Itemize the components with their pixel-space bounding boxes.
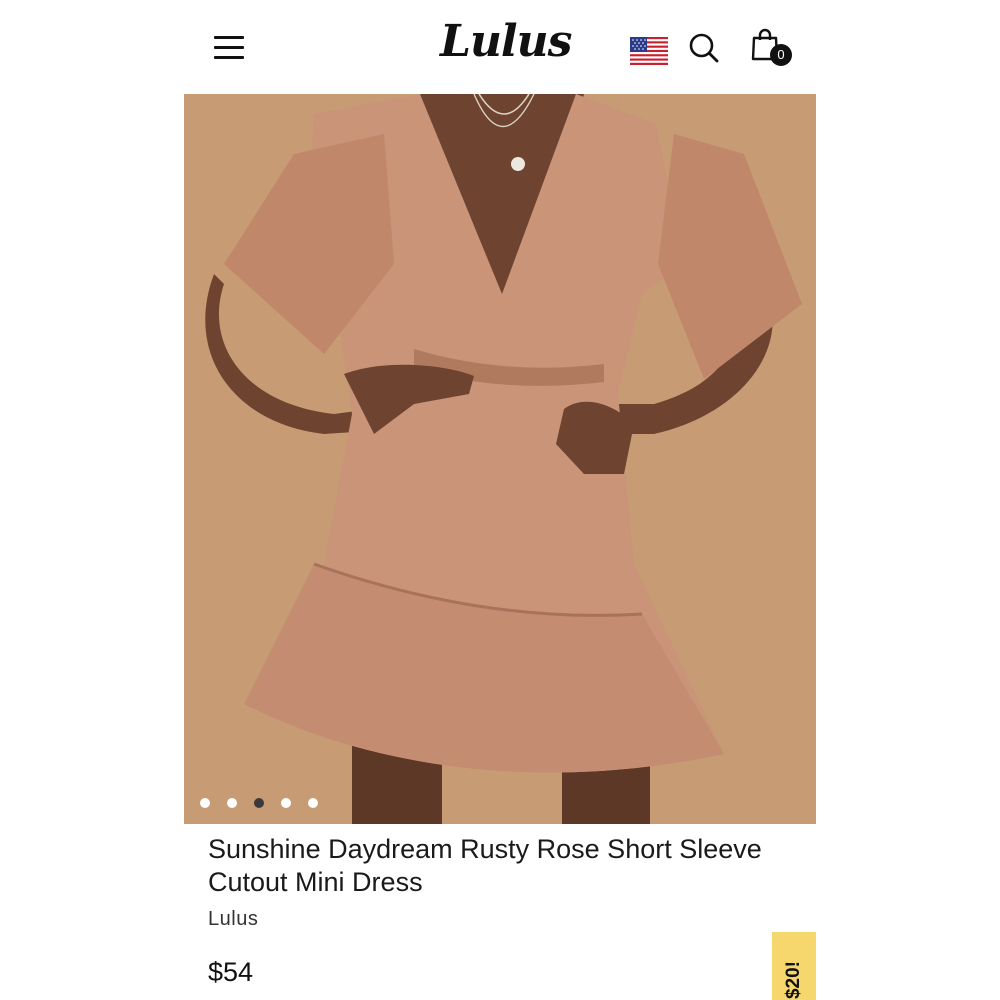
carousel-dots [200, 798, 318, 808]
menu-line [214, 46, 244, 49]
cart-count-badge: 0 [770, 44, 792, 66]
site-header: Lulus 0 [184, 0, 816, 94]
promo-tab[interactable]: $20! [772, 932, 816, 1000]
menu-line [214, 56, 244, 59]
menu-line [214, 36, 244, 39]
carousel-dot-active[interactable] [254, 798, 264, 808]
hamburger-menu-icon[interactable] [214, 34, 244, 60]
product-price: $54 [208, 957, 254, 987]
lulus-logo[interactable]: Lulus [440, 16, 572, 67]
carousel-dot[interactable] [308, 798, 318, 808]
promo-label: $20! [783, 960, 804, 1000]
us-flag-icon[interactable] [630, 37, 668, 65]
shopping-bag-button[interactable]: 0 [751, 28, 797, 70]
dress-photo [184, 94, 816, 824]
product-image[interactable] [184, 94, 816, 824]
search-icon[interactable] [688, 32, 720, 64]
product-title: Sunshine Daydream Rusty Rose Short Sleev… [208, 834, 762, 897]
carousel-dot[interactable] [281, 798, 291, 808]
product-brand-link[interactable]: Lulus [208, 908, 258, 931]
carousel-dot[interactable] [227, 798, 237, 808]
carousel-dot[interactable] [200, 798, 210, 808]
